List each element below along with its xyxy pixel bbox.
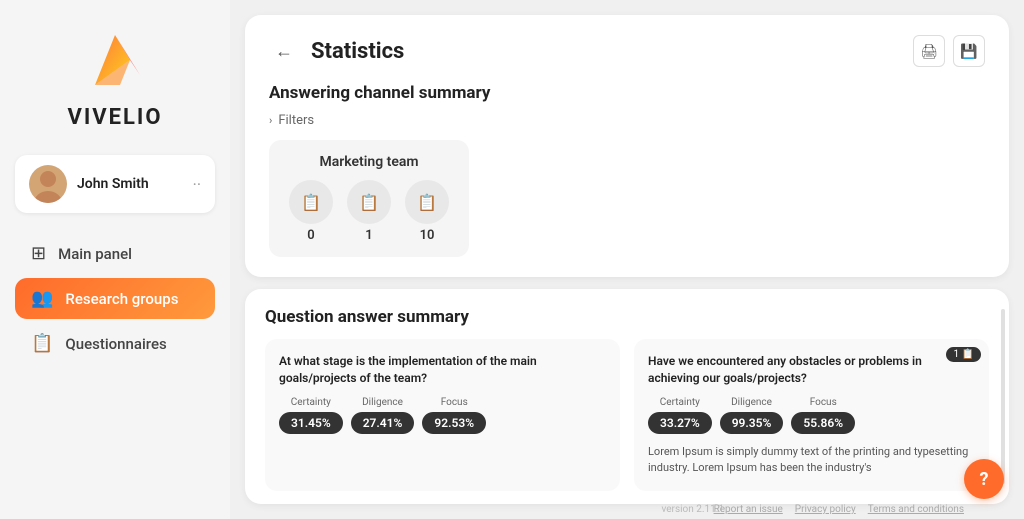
stat-value-certainty-0: 31.45% [279, 412, 343, 434]
stat-value-diligence-0: 27.41% [351, 412, 415, 434]
question-cards-row: At what stage is the implementation of t… [265, 339, 989, 491]
team-doc-icon-0: 📋 [289, 180, 333, 224]
q-body-text-1: Lorem Ipsum is simply dummy text of the … [648, 444, 975, 477]
sidebar-item-label: Research groups [65, 290, 178, 308]
stat-value-focus-1: 55.86% [791, 412, 855, 434]
q-question-1: Have we encountered any obstacles or pro… [648, 353, 975, 387]
stat-group-certainty-0: Certainty 31.45% [279, 397, 343, 434]
stats-pills-1: Certainty 33.27% Diligence 99.35% Focus … [648, 397, 975, 434]
marketing-team-box: Marketing team 📋 0 📋 1 📋 10 [269, 140, 469, 257]
users-icon: 👥 [31, 288, 53, 309]
avatar [29, 165, 67, 203]
answering-channel-section: Answering channel summary › Filters Mark… [269, 83, 985, 257]
stats-header: ← Statistics 🖨 💾 [269, 35, 985, 67]
privacy-policy-link[interactable]: Privacy policy [795, 504, 856, 515]
user-name: John Smith [77, 176, 183, 192]
help-button[interactable]: ? [964, 459, 1004, 499]
team-doc-icon-2: 📋 [405, 180, 449, 224]
q-question-0: At what stage is the implementation of t… [279, 353, 606, 387]
stat-value-certainty-1: 33.27% [648, 412, 712, 434]
team-icons-row: 📋 0 📋 1 📋 10 [289, 180, 449, 243]
stat-group-certainty-1: Certainty 33.27% [648, 397, 712, 434]
sidebar-item-main-panel[interactable]: ⊞ Main panel [15, 233, 215, 274]
logo-area: VIVELIO [67, 20, 162, 130]
stat-value-focus-0: 92.53% [422, 412, 486, 434]
sidebar-item-label: Questionnaires [65, 335, 166, 353]
question-answer-title: Question answer summary [265, 307, 989, 327]
scroll-indicator [1001, 309, 1005, 484]
footer-links: Report an issue Privacy policy Terms and… [714, 504, 964, 515]
q-card-0: At what stage is the implementation of t… [265, 339, 620, 491]
user-menu-button[interactable]: ·· [193, 175, 201, 194]
print-button[interactable]: 🖨 [913, 35, 945, 67]
team-icon-item-1: 📋 1 [347, 180, 391, 243]
card-badge-1: 1 📋 [946, 347, 981, 362]
download-button[interactable]: 💾 [953, 35, 985, 67]
stats-pills-0: Certainty 31.45% Diligence 27.41% Focus … [279, 397, 606, 434]
sidebar: VIVELIO John Smith ·· ⊞ Main panel 👥 Res… [0, 0, 230, 519]
stat-group-diligence-0: Diligence 27.41% [351, 397, 415, 434]
logo-text: VIVELIO [67, 105, 162, 130]
user-card[interactable]: John Smith ·· [15, 155, 215, 213]
main-content: ← Statistics 🖨 💾 Answering channel summa… [230, 0, 1024, 519]
team-count-1: 1 [365, 228, 372, 243]
stat-label-diligence-0: Diligence [362, 397, 403, 408]
page-title: Statistics [311, 39, 901, 64]
team-count-2: 10 [420, 228, 435, 243]
header-actions: 🖨 💾 [913, 35, 985, 67]
sidebar-item-label: Main panel [58, 245, 132, 263]
sidebar-item-questionnaires[interactable]: 📋 Questionnaires [15, 323, 215, 364]
stat-group-focus-0: Focus 92.53% [422, 397, 486, 434]
terms-link[interactable]: Terms and conditions [868, 504, 964, 515]
print-icon: 🖨 [920, 43, 938, 60]
sidebar-item-research-groups[interactable]: 👥 Research groups [15, 278, 215, 319]
stat-label-certainty-1: Certainty [660, 397, 700, 408]
nav-items: ⊞ Main panel 👥 Research groups 📋 Questio… [0, 233, 230, 364]
stat-group-diligence-1: Diligence 99.35% [720, 397, 784, 434]
team-count-0: 0 [307, 228, 314, 243]
team-icon-item-0: 📋 0 [289, 180, 333, 243]
filters-label: Filters [278, 113, 314, 128]
list-icon: 📋 [31, 333, 53, 354]
team-doc-icon-1: 📋 [347, 180, 391, 224]
stat-label-focus-1: Focus [810, 397, 837, 408]
version-text: version 2.11.1 [661, 504, 724, 515]
stat-group-focus-1: Focus 55.86% [791, 397, 855, 434]
statistics-panel: ← Statistics 🖨 💾 Answering channel summa… [245, 15, 1009, 277]
back-button[interactable]: ← [269, 36, 299, 66]
stat-label-diligence-1: Diligence [731, 397, 772, 408]
chevron-right-icon: › [269, 114, 272, 127]
vivelio-logo-icon [75, 20, 155, 100]
q-card-1: 1 📋 Have we encountered any obstacles or… [634, 339, 989, 491]
stat-label-focus-0: Focus [441, 397, 468, 408]
download-icon: 💾 [960, 43, 977, 60]
answering-channel-title: Answering channel summary [269, 83, 985, 103]
filters-toggle[interactable]: › Filters [269, 113, 985, 128]
stat-label-certainty-0: Certainty [291, 397, 331, 408]
question-answer-panel: Question answer summary At what stage is… [245, 289, 1009, 504]
grid-icon: ⊞ [31, 243, 46, 264]
marketing-team-label: Marketing team [319, 154, 418, 170]
stat-value-diligence-1: 99.35% [720, 412, 784, 434]
team-icon-item-2: 📋 10 [405, 180, 449, 243]
